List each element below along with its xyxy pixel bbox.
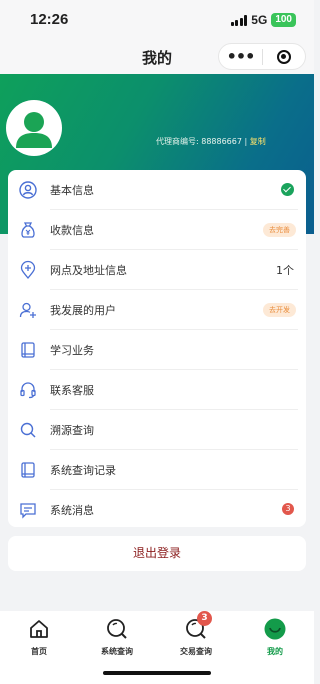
tab-home[interactable]: 首页	[0, 617, 78, 657]
agent-number: 代理商编号: 88886667	[156, 137, 242, 146]
message-count-badge: 3	[282, 503, 294, 515]
menu-item-system-messages[interactable]: 系统消息 3	[8, 490, 306, 530]
menu-item-customer-service[interactable]: 联系客服	[8, 370, 306, 410]
menu-item-label: 联系客服	[50, 384, 94, 397]
menu-item-basic-info[interactable]: 基本信息	[8, 170, 306, 210]
menu-item-label: 系统消息	[50, 504, 94, 517]
book-icon	[21, 342, 35, 358]
ellipsis-icon[interactable]: •••	[219, 48, 262, 64]
profile-smile-icon	[263, 617, 287, 641]
tab-label: 首页	[31, 647, 47, 656]
menu-item-label: 溯源查询	[50, 424, 94, 437]
user-add-icon	[19, 302, 36, 318]
status-time: 12:26	[30, 11, 69, 28]
network-type: 5G	[251, 13, 268, 27]
money-bag-icon	[21, 222, 35, 238]
menu-item-label: 网点及地址信息	[50, 264, 127, 277]
agent-separator: |	[244, 137, 248, 146]
battery-indicator: 100	[271, 13, 296, 27]
avatar[interactable]	[6, 100, 62, 156]
status-bar: 12:26 5G 100	[0, 0, 314, 40]
status-badge: 去开发	[263, 303, 296, 317]
signal-icon	[230, 14, 248, 26]
menu-item-developed-users[interactable]: 我发展的用户 去开发	[8, 290, 306, 330]
search-icon	[20, 422, 36, 438]
tab-transaction-query[interactable]: 3 交易查询	[157, 611, 235, 657]
book-record-icon	[21, 462, 35, 478]
navbar: 我的 •••	[0, 40, 314, 74]
menu-item-trace-query[interactable]: 溯源查询	[8, 410, 306, 450]
tab-label: 系统查询	[101, 647, 133, 656]
menu-item-label: 学习业务	[50, 344, 94, 357]
magnifier-icon: 3	[184, 611, 212, 641]
menu-item-learning[interactable]: 学习业务	[8, 330, 306, 370]
person-icon	[16, 112, 52, 148]
magnifier-icon	[105, 617, 129, 641]
target-icon[interactable]	[263, 49, 305, 64]
agent-info: 代理商编号: 88886667 | 复制	[156, 136, 266, 147]
menu-item-label: 收款信息	[50, 224, 94, 237]
home-icon	[27, 617, 51, 641]
notification-badge: 3	[197, 611, 212, 626]
menu-item-label: 系统查询记录	[50, 464, 116, 477]
menu-item-label: 基本信息	[50, 184, 94, 197]
address-count: 1个	[276, 264, 294, 277]
tab-label: 我的	[267, 647, 283, 656]
menu-item-address-info[interactable]: 网点及地址信息 1个	[8, 250, 306, 290]
mini-program-capsule: •••	[218, 43, 306, 70]
copy-button[interactable]: 复制	[250, 137, 266, 146]
menu-card: 基本信息 收款信息 去完善 网点及地址信息 1个 我发展的用户 去开发 学习业务…	[8, 170, 306, 527]
home-indicator	[103, 671, 211, 675]
status-indicators: 5G 100	[230, 13, 296, 27]
menu-item-payment-info[interactable]: 收款信息 去完善	[8, 210, 306, 250]
location-plus-icon	[20, 260, 36, 280]
headset-icon	[20, 382, 36, 399]
menu-item-query-records[interactable]: 系统查询记录	[8, 450, 306, 490]
message-icon	[20, 503, 36, 519]
user-circle-icon	[19, 181, 37, 199]
menu-item-label: 我发展的用户	[50, 304, 116, 317]
logout-button[interactable]: 退出登录	[8, 536, 306, 571]
check-icon	[281, 183, 294, 196]
tab-label: 交易查询	[180, 647, 212, 656]
tab-mine[interactable]: 我的	[236, 617, 314, 657]
status-badge: 去完善	[263, 223, 296, 237]
tab-system-query[interactable]: 系统查询	[78, 617, 156, 657]
